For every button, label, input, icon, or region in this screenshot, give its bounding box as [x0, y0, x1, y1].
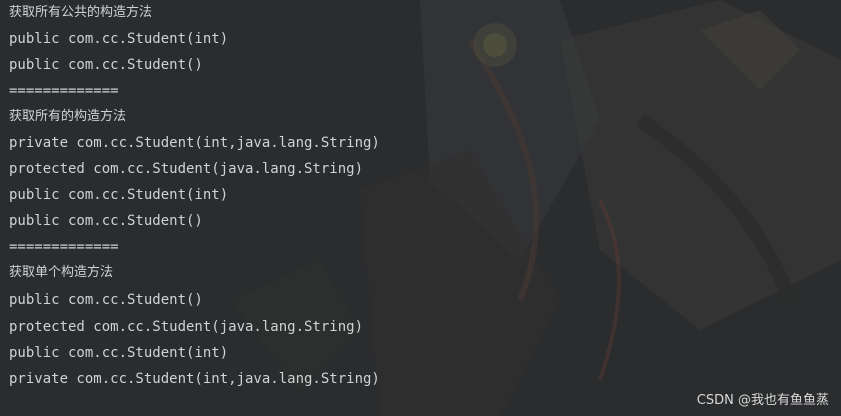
console-line: public com.cc.Student(): [9, 213, 203, 229]
console-output: 获取所有公共的构造方法 public com.cc.Student(int) p…: [9, 0, 841, 416]
console-line: 获取单个构造方法: [9, 265, 114, 280]
console-line: public com.cc.Student(int): [9, 31, 229, 47]
console-line: public com.cc.Student(): [9, 292, 203, 308]
console-separator: =============: [9, 83, 119, 99]
console-line: public com.cc.Student(int): [9, 345, 229, 361]
console-line: protected com.cc.Student(java.lang.Strin…: [9, 319, 364, 335]
console-line: private com.cc.Student(int,java.lang.Str…: [9, 371, 380, 387]
console-separator: =============: [9, 239, 119, 255]
console-line: 获取所有公共的构造方法: [9, 5, 153, 20]
console-line: 获取所有的构造方法: [9, 109, 127, 124]
console-line: public com.cc.Student(): [9, 57, 203, 73]
console-line: protected com.cc.Student(java.lang.Strin…: [9, 161, 364, 177]
console-line: public com.cc.Student(int): [9, 187, 229, 203]
csdn-watermark: CSDN @我也有鱼鱼蒸: [696, 393, 829, 408]
console-line: private com.cc.Student(int,java.lang.Str…: [9, 135, 380, 151]
